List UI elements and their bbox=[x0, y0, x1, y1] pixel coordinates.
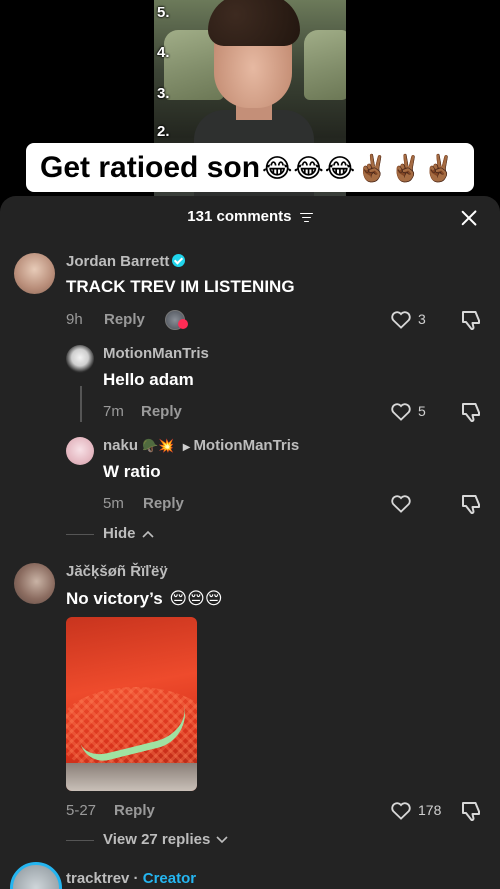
hide-replies-button[interactable]: Hide bbox=[103, 525, 154, 542]
reply-username[interactable]: MotionManTris bbox=[103, 345, 209, 362]
floor bbox=[66, 763, 197, 791]
comment-username[interactable]: tracktrev bbox=[66, 870, 129, 887]
view-replies-button[interactable]: View 27 replies bbox=[103, 831, 229, 848]
comment-time: 5-27 bbox=[66, 802, 97, 819]
reply-button[interactable]: Reply bbox=[114, 802, 155, 819]
chevron-up-icon bbox=[142, 530, 154, 538]
countdown-item: 5. bbox=[157, 4, 170, 21]
divider bbox=[66, 840, 94, 841]
countdown-item: 4. bbox=[157, 44, 170, 61]
comment-username[interactable]: Jăčķšøñ Řïľëÿ bbox=[66, 563, 168, 580]
comment-text: TRACK TREV IM LISTENING bbox=[66, 277, 295, 296]
sort-icon[interactable] bbox=[299, 212, 313, 223]
person-hair bbox=[208, 0, 300, 46]
avatar[interactable] bbox=[14, 563, 55, 604]
heart-icon bbox=[391, 495, 411, 513]
comment-emojis: 😔😔😔 bbox=[169, 589, 223, 608]
reply-arrow-icon: ▶ bbox=[182, 442, 191, 453]
comment-text: No victory’s 😔😔😔 bbox=[66, 589, 223, 608]
avatar[interactable] bbox=[14, 253, 55, 294]
like-button[interactable] bbox=[390, 491, 418, 515]
close-icon[interactable] bbox=[456, 205, 482, 231]
like-button[interactable]: 3 bbox=[390, 307, 426, 331]
dislike-icon[interactable] bbox=[459, 492, 483, 516]
replying-to-username[interactable]: MotionManTris bbox=[193, 437, 299, 454]
reply-text: W ratio bbox=[103, 462, 161, 481]
dislike-icon[interactable] bbox=[459, 400, 483, 424]
creator-comment-header[interactable]: tracktrev · Creator bbox=[66, 870, 196, 887]
countdown-item: 2. bbox=[157, 123, 170, 140]
comments-count: 131 comments bbox=[187, 208, 292, 225]
avatar[interactable] bbox=[66, 437, 94, 465]
username-emojis: 🪖💥 bbox=[142, 438, 175, 453]
like-button[interactable]: 178 bbox=[390, 798, 441, 822]
like-count: 5 bbox=[418, 403, 426, 419]
comment-image-shoe[interactable] bbox=[66, 617, 197, 791]
reply-text: Hello adam bbox=[103, 370, 194, 389]
verified-badge-icon bbox=[172, 254, 186, 267]
heart-badge-icon bbox=[178, 319, 188, 329]
video-caption: Get ratioed son😂😂😂✌🏾✌🏾✌🏾 bbox=[26, 143, 474, 192]
car-window bbox=[304, 30, 346, 100]
comment-username[interactable]: Jordan Barrett bbox=[66, 253, 186, 270]
reply-time: 7m bbox=[103, 403, 124, 420]
comment-time: 9h bbox=[66, 311, 83, 328]
reply-button[interactable]: Reply bbox=[141, 403, 182, 420]
comments-header: 131 comments bbox=[0, 208, 500, 232]
reply-username[interactable]: naku 🪖💥 ▶ MotionManTris bbox=[103, 437, 299, 454]
heart-icon bbox=[391, 403, 411, 421]
countdown-item: 3. bbox=[157, 85, 170, 102]
like-button[interactable]: 5 bbox=[390, 399, 426, 423]
like-count: 178 bbox=[418, 802, 442, 818]
heart-icon bbox=[391, 802, 411, 820]
chevron-down-icon bbox=[216, 836, 229, 844]
separator: · bbox=[129, 870, 143, 887]
heart-icon bbox=[391, 311, 411, 329]
thread-line bbox=[80, 386, 82, 422]
reply-time: 5m bbox=[103, 495, 124, 512]
caption-text: Get ratioed son bbox=[40, 151, 261, 184]
dislike-icon[interactable] bbox=[459, 308, 483, 332]
reply-button[interactable]: Reply bbox=[143, 495, 184, 512]
avatar[interactable] bbox=[66, 345, 94, 373]
reply-button[interactable]: Reply bbox=[104, 311, 145, 328]
creator-tag: Creator bbox=[142, 870, 197, 887]
dislike-icon[interactable] bbox=[459, 799, 483, 823]
caption-emojis: 😂😂😂✌🏾✌🏾✌🏾 bbox=[262, 153, 457, 183]
divider bbox=[66, 534, 94, 535]
like-count: 3 bbox=[418, 311, 426, 327]
